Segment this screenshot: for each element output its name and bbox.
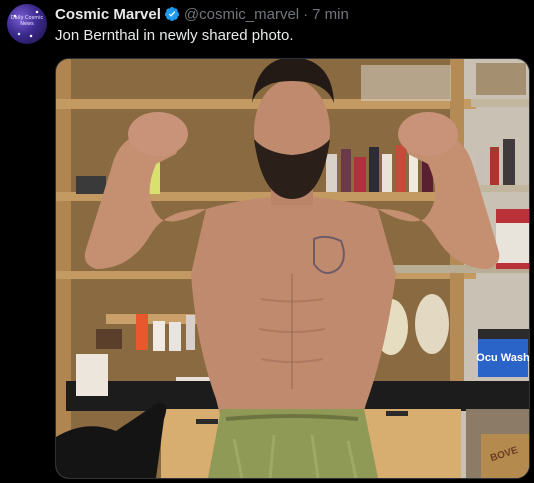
avatar[interactable]: Daily Cosmic News [7, 4, 47, 44]
separator-dot: · [303, 5, 309, 23]
handle[interactable]: @cosmic_marvel [184, 6, 299, 23]
timestamp[interactable]: 7 min [312, 6, 349, 23]
post-header: Cosmic Marvel @cosmic_marvel · 7 min [55, 5, 349, 23]
post[interactable]: Daily Cosmic News Cosmic Marvel @cosmic_… [0, 0, 534, 483]
photo-illustration: Ocu Wash BOVE [56, 59, 529, 478]
verified-badge-icon[interactable] [164, 6, 180, 22]
post-text: Jon Bernthal in newly shared photo. [55, 27, 294, 44]
post-photo[interactable]: Ocu Wash BOVE [55, 58, 530, 479]
product-box-label: Ocu Wash [476, 352, 529, 364]
display-name[interactable]: Cosmic Marvel [55, 6, 161, 23]
avatar-logo-text: Daily Cosmic News [10, 15, 44, 27]
